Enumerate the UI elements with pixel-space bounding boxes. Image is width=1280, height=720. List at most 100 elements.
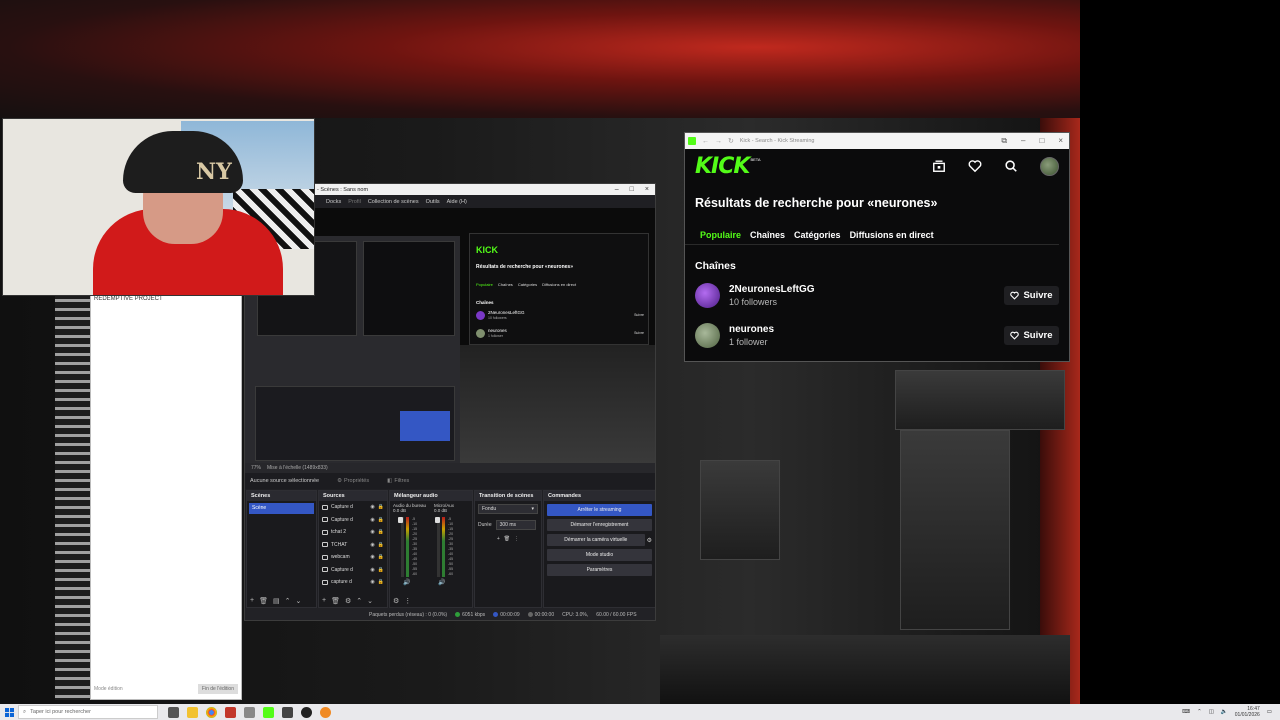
search-icon[interactable] <box>1004 159 1018 173</box>
chevron-down-icon[interactable]: ⌄ <box>367 597 373 605</box>
forward-icon[interactable]: → <box>715 138 722 145</box>
source-item[interactable]: Capture d ◉ 🔒 <box>319 514 387 527</box>
gear-icon[interactable]: ⚙ <box>345 597 351 605</box>
notifications-icon[interactable]: ▭ <box>1267 709 1272 715</box>
eye-icon[interactable]: ◉ <box>370 579 374 585</box>
more-icon[interactable]: ⋮ <box>514 536 519 542</box>
source-item[interactable]: TCHAT ◉ 🔒 <box>319 539 387 552</box>
add-icon[interactable]: + <box>250 597 254 605</box>
keyboard-icon[interactable]: ⌨ <box>1182 709 1190 715</box>
source-item[interactable]: tchat 2 ◉ 🔒 <box>319 526 387 539</box>
lock-icon[interactable]: 🔒 <box>378 579 387 585</box>
volume-icon[interactable]: 🔈 <box>1221 709 1228 715</box>
eye-icon[interactable]: ◉ <box>370 529 374 535</box>
more-icon[interactable]: ⋮ <box>404 597 411 605</box>
follow-button[interactable]: Suivre <box>1004 325 1059 345</box>
source-item[interactable]: Capture d ◉ 🔒 <box>319 501 387 514</box>
maximize-icon[interactable]: □ <box>1039 136 1044 146</box>
properties-button[interactable]: ⚙ Propriétés <box>337 478 369 484</box>
tab-popular[interactable]: Populaire <box>700 230 741 244</box>
edit-mode-checkbox[interactable]: Mode édition <box>94 686 123 692</box>
eye-icon[interactable]: ◉ <box>370 517 374 523</box>
tab-channels[interactable]: Chaînes <box>750 230 785 244</box>
trash-icon[interactable]: 🗑 <box>259 597 268 605</box>
gear-icon[interactable]: ⚙ <box>393 597 399 605</box>
clock[interactable]: 16:47 01/01/2026 <box>1235 706 1260 718</box>
lock-icon[interactable]: 🔒 <box>378 504 387 510</box>
chevron-up-icon[interactable]: ⌃ <box>356 597 362 605</box>
close-icon[interactable]: × <box>645 186 649 193</box>
lock-icon[interactable]: 🔒 <box>378 529 387 535</box>
channel-result[interactable]: neurones 1 follower Suivre <box>685 315 1069 355</box>
studio-mode-button[interactable]: Mode studio <box>547 549 652 561</box>
trash-icon[interactable]: 🗑 <box>504 536 510 542</box>
scale-label[interactable]: Mise à l'échelle (1489x833) <box>267 465 328 471</box>
trash-icon[interactable]: 🗑 <box>331 597 340 605</box>
filters-button[interactable]: ◧ Filtres <box>387 478 409 484</box>
app-icon[interactable] <box>282 706 293 718</box>
eye-icon[interactable]: ◉ <box>370 554 374 560</box>
lock-icon[interactable]: 🔒 <box>378 542 387 548</box>
extensions-icon[interactable]: ⧉ <box>1001 136 1007 146</box>
windows-start-icon[interactable] <box>0 707 18 717</box>
heart-icon[interactable] <box>968 159 982 173</box>
kick-logo[interactable]: KICK <box>695 154 750 179</box>
settings-button[interactable]: Paramètres <box>547 564 652 576</box>
channel-result[interactable]: 2NeuronesLeftGG 10 followers Suivre <box>685 275 1069 315</box>
menu-profile[interactable]: Profil <box>348 199 361 205</box>
network-icon[interactable]: ◫ <box>1209 709 1214 715</box>
minimize-icon[interactable]: – <box>1021 136 1025 146</box>
stop-streaming-button[interactable]: Arrêter le streaming <box>547 504 652 516</box>
following-icon[interactable] <box>932 159 946 173</box>
channel-name[interactable]: neurones <box>729 324 774 335</box>
obs-icon[interactable] <box>301 706 312 718</box>
gear-icon[interactable]: ⚙ <box>647 537 652 544</box>
minimize-icon[interactable]: – <box>615 186 619 193</box>
scene-item[interactable]: Scène <box>249 503 314 514</box>
source-item[interactable]: Capture d ◉ 🔒 <box>319 564 387 577</box>
channel-avatar[interactable] <box>695 322 720 348</box>
task-view-icon[interactable] <box>168 706 179 718</box>
menu-scene-collection[interactable]: Collection de scènes <box>368 199 419 205</box>
chrome-icon[interactable] <box>206 706 217 718</box>
menu-docks[interactable]: Docks <box>326 199 341 205</box>
menu-help[interactable]: Aide (H) <box>447 199 467 205</box>
app-icon[interactable] <box>244 706 255 718</box>
user-avatar[interactable] <box>1040 156 1059 176</box>
add-icon[interactable]: + <box>322 597 326 605</box>
app-icon[interactable] <box>320 706 331 718</box>
transition-select[interactable]: Fondu ▾ <box>478 504 538 514</box>
eye-icon[interactable]: ◉ <box>370 567 374 573</box>
filter-icon[interactable]: ▤ <box>273 597 280 605</box>
add-icon[interactable]: + <box>497 536 500 542</box>
eye-icon[interactable]: ◉ <box>370 542 374 548</box>
reload-icon[interactable]: ↻ <box>728 137 734 145</box>
tab-live[interactable]: Diffusions en direct <box>850 230 934 244</box>
volume-fader[interactable] <box>398 517 403 523</box>
file-explorer-icon[interactable] <box>187 706 198 718</box>
tab-categories[interactable]: Catégories <box>794 230 841 244</box>
source-item[interactable]: webcam ◉ 🔒 <box>319 551 387 564</box>
app-icon[interactable] <box>225 706 236 718</box>
chevron-up-icon[interactable]: ⌃ <box>1197 709 1202 715</box>
eye-icon[interactable]: ◉ <box>370 504 374 510</box>
maximize-icon[interactable]: □ <box>630 186 634 193</box>
close-icon[interactable]: × <box>1058 136 1063 146</box>
speaker-icon[interactable]: 🔊 <box>438 579 445 586</box>
duration-field[interactable]: 300 ms <box>495 520 536 530</box>
taskbar-search[interactable]: ⌕ Taper ici pour rechercher <box>18 705 158 719</box>
start-recording-button[interactable]: Démarrer l'enregistrement <box>547 519 652 531</box>
chevron-down-icon[interactable]: ⌄ <box>295 597 301 605</box>
end-edit-button[interactable]: Fin de l'édition <box>197 684 238 694</box>
menu-tools[interactable]: Outils <box>426 199 440 205</box>
speaker-icon[interactable]: 🔊 <box>403 579 410 586</box>
lock-icon[interactable]: 🔒 <box>378 517 387 523</box>
channel-avatar[interactable] <box>695 282 720 308</box>
chevron-up-icon[interactable]: ⌃ <box>285 597 291 605</box>
volume-fader[interactable] <box>435 517 440 523</box>
zoom-percent[interactable]: 77% <box>251 465 261 471</box>
source-item[interactable]: capture d ◉ 🔒 <box>319 576 387 589</box>
kick-app-icon[interactable] <box>263 706 274 718</box>
back-icon[interactable]: ← <box>702 138 709 145</box>
lock-icon[interactable]: 🔒 <box>378 567 387 573</box>
